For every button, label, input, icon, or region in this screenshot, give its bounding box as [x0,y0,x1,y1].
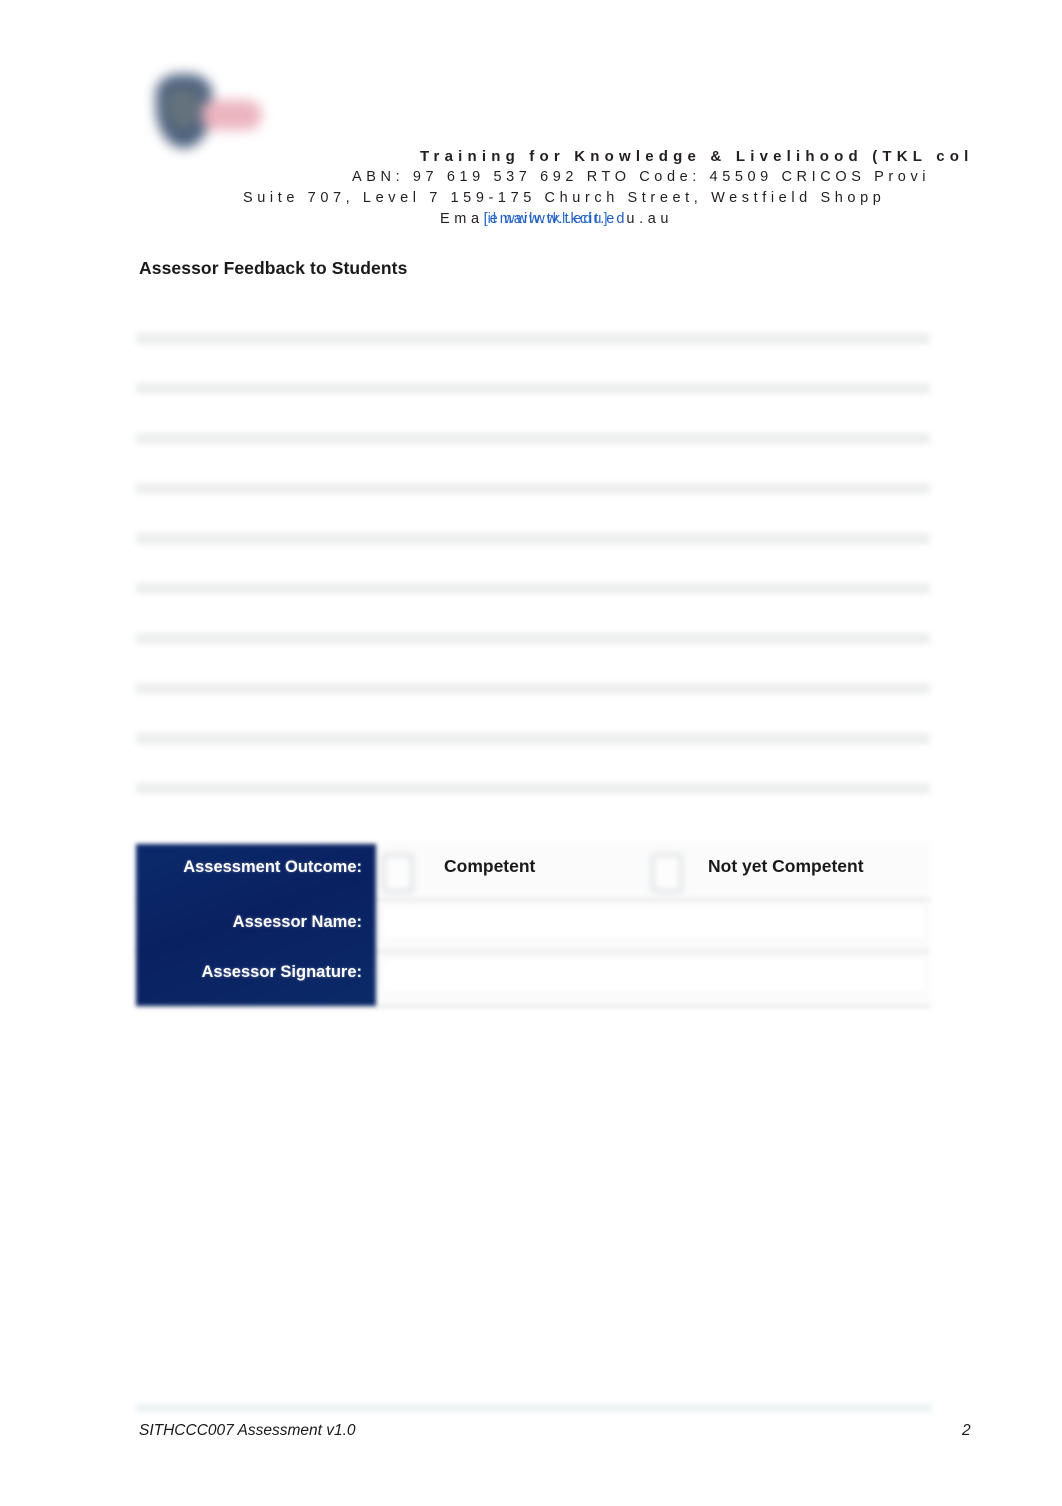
feedback-line-rule [136,633,930,644]
feedback-line-row[interactable] [136,775,930,825]
footer-document-title: SITHCCC007 Assessment v1.0 [139,1422,356,1439]
assessment-outcome-table: Competent Not yet Competent Assessment O… [136,842,930,1008]
outcome-label-texts: Assessment Outcome: Assessor Name: Asses… [136,844,376,1006]
page-header: Training for Knowledge & Livelihood (TKL… [0,0,1062,240]
header-email-suffix: u.au [626,211,674,227]
feedback-line-rule [136,333,930,344]
assessor-feedback-lines [136,325,930,825]
header-org-name: Training for Knowledge & Livelihood (TKL… [420,148,974,165]
feedback-line-row[interactable] [136,675,930,725]
header-address: Suite 707, Level 7 159-175 Church Street… [243,190,886,206]
feedback-line-rule [136,583,930,594]
page-title: Assessor Feedback to Students [139,258,408,278]
feedback-line-rule [136,683,930,694]
competent-label: Competent [444,856,536,876]
page-footer: SITHCCC007 Assessment v1.0 2 [0,1396,1062,1466]
feedback-line-rule [136,533,930,544]
footer-page-number: 2 [962,1422,971,1439]
assessor-name-label: Assessor Name: [232,913,362,931]
feedback-line-row[interactable] [136,725,930,775]
header-email-overlap: [email il www.tkl.edu] [484,209,608,230]
feedback-line-rule [136,433,930,444]
assessor-signature-label: Assessor Signature: [201,963,362,981]
feedback-line-row[interactable] [136,625,930,675]
feedback-line-rule [136,383,930,394]
feedback-line-rule [136,783,930,794]
header-abn-rto: ABN: 97 619 537 692 RTO Code: 45509 CRIC… [352,169,931,185]
feedback-line-row[interactable] [136,475,930,525]
not-yet-competent-checkbox[interactable] [652,854,682,892]
feedback-line-row[interactable] [136,525,930,575]
not-yet-competent-label: Not yet Competent [708,856,864,876]
header-text-block: Training for Knowledge & Livelihood (TKL… [0,146,1062,230]
assessment-outcome-label: Assessment Outcome: [183,858,362,876]
header-email-label: Ema [440,211,484,227]
footer-divider [136,1405,931,1411]
assessor-signature-field[interactable] [384,960,924,990]
header-email-link-back[interactable]: ww.tkcit.ed [534,211,626,227]
header-email-link-front[interactable]: [email [484,211,535,227]
competent-checkbox[interactable] [383,854,413,892]
feedback-line-rule [136,483,930,494]
logo-swoosh-shape [202,100,262,130]
feedback-line-row[interactable] [136,575,930,625]
feedback-line-row[interactable] [136,425,930,475]
header-email-line: Ema[email il www.tkl.edu] ww.tkcit.edu.au [440,209,1062,230]
assessor-name-field[interactable] [384,908,924,938]
feedback-line-rule [136,733,930,744]
document-page: Training for Knowledge & Livelihood (TKL… [0,0,1062,1506]
feedback-line-row[interactable] [136,325,930,375]
feedback-line-row[interactable] [136,375,930,425]
